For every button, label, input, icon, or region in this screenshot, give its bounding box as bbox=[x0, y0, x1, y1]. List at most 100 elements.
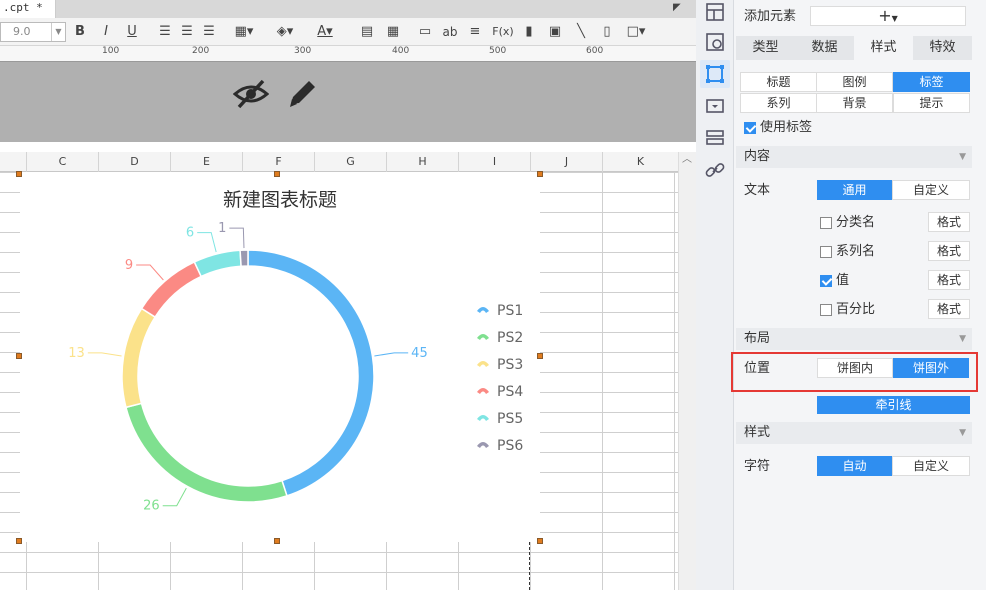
resize-handle[interactable] bbox=[537, 171, 543, 177]
widget-icon[interactable] bbox=[703, 94, 727, 118]
legend-symbol-ps3[interactable] bbox=[477, 361, 489, 367]
legend-label-ps4[interactable]: PS4 bbox=[497, 384, 523, 400]
chart-container[interactable]: 新建图表标题 45 26 13 9 6 1 PS1 PS2 PS3 PS4 PS5 PS6 bbox=[20, 172, 540, 542]
tab-type[interactable]: 类型 bbox=[736, 38, 795, 58]
resize-handle[interactable] bbox=[537, 353, 543, 359]
percent-format-button[interactable]: 格式 bbox=[928, 299, 970, 319]
slash-icon[interactable]: ╲ bbox=[572, 22, 590, 42]
legend-label-ps6[interactable]: PS6 bbox=[497, 438, 523, 454]
chevron-up-icon[interactable]: ︿ bbox=[681, 154, 693, 166]
align-right-icon[interactable]: ☰ bbox=[201, 22, 217, 42]
use-label-checkbox[interactable] bbox=[744, 122, 756, 134]
merge-cells-icon[interactable]: ▤ bbox=[358, 22, 376, 42]
column-header-h[interactable]: H bbox=[386, 152, 458, 172]
split-cells-icon[interactable]: ▦ bbox=[384, 22, 402, 42]
condition-icon[interactable] bbox=[703, 126, 727, 150]
leader-line-button[interactable]: 牵引线 bbox=[817, 396, 970, 414]
legend-label-ps3[interactable]: PS3 bbox=[497, 357, 523, 373]
bar-chart-icon[interactable]: ▮ bbox=[520, 22, 538, 42]
formula-icon[interactable]: F(x) bbox=[492, 22, 514, 42]
pie-slice-ps3[interactable] bbox=[121, 307, 157, 409]
column-header-j[interactable]: J bbox=[530, 152, 602, 172]
column-header-k[interactable]: K bbox=[602, 152, 678, 172]
layout-icon[interactable] bbox=[703, 0, 727, 24]
subtab-background[interactable]: 背景 bbox=[816, 93, 893, 113]
ruler-tick: 600 bbox=[586, 46, 604, 56]
resize-handle[interactable] bbox=[16, 538, 22, 544]
column-header-d[interactable]: D bbox=[98, 152, 170, 172]
align-left-icon[interactable]: ☰ bbox=[157, 22, 173, 42]
tab-data[interactable]: 数据 bbox=[795, 38, 854, 58]
legend-symbol-ps5[interactable] bbox=[477, 415, 489, 421]
section-content[interactable]: 内容 ▼ bbox=[736, 146, 972, 168]
paragraph-icon[interactable]: ≡ bbox=[466, 22, 484, 42]
hyperlink-icon[interactable] bbox=[703, 158, 727, 182]
pie-slice-ps6[interactable] bbox=[239, 249, 249, 268]
chart-attribute-icon[interactable] bbox=[703, 62, 727, 86]
tab-effects[interactable]: 特效 bbox=[913, 38, 972, 58]
legend-symbol-ps2[interactable] bbox=[477, 334, 489, 340]
section-style[interactable]: 样式 ▼ bbox=[736, 422, 972, 444]
legend-label-ps2[interactable]: PS2 bbox=[497, 330, 523, 346]
text-field-icon[interactable]: ▭ bbox=[416, 22, 434, 42]
subtab-tooltip[interactable]: 提示 bbox=[893, 93, 970, 113]
resize-handle[interactable] bbox=[274, 538, 280, 544]
pie-slice-ps1[interactable] bbox=[247, 249, 375, 497]
text-ab-icon[interactable]: ab bbox=[440, 22, 460, 42]
pencil-icon[interactable] bbox=[285, 78, 319, 110]
resize-handle[interactable] bbox=[16, 171, 22, 177]
subtab-series[interactable]: 系列 bbox=[740, 93, 817, 113]
chevron-down-icon[interactable]: ▼ bbox=[51, 23, 65, 41]
pie-slice-ps4[interactable] bbox=[140, 260, 203, 319]
underline-button[interactable]: U bbox=[124, 22, 140, 42]
fill-color-icon[interactable]: ◈▾ bbox=[272, 22, 298, 42]
series-format-button[interactable]: 格式 bbox=[928, 241, 970, 261]
tab-menu-icon[interactable]: ◤ bbox=[673, 2, 685, 14]
cell-attribute-icon[interactable] bbox=[703, 30, 727, 54]
text-general-button[interactable]: 通用 bbox=[817, 180, 892, 200]
column-header-i[interactable]: I bbox=[458, 152, 530, 172]
align-center-icon[interactable]: ☰ bbox=[179, 22, 195, 42]
percent-checkbox[interactable] bbox=[820, 304, 832, 316]
legend-label-ps5[interactable]: PS5 bbox=[497, 411, 523, 427]
text-custom-button[interactable]: 自定义 bbox=[892, 180, 970, 200]
font-size-select[interactable]: 9.0 ▼ bbox=[0, 22, 66, 42]
tab-style[interactable]: 样式 bbox=[854, 36, 913, 60]
legend-symbol-ps1[interactable] bbox=[477, 307, 489, 313]
series-name-checkbox[interactable] bbox=[820, 246, 832, 258]
column-header-f[interactable]: F bbox=[242, 152, 314, 172]
barcode-icon[interactable]: ▯ bbox=[598, 22, 616, 42]
italic-button[interactable]: I bbox=[98, 22, 114, 42]
add-element-button[interactable]: +▼ bbox=[810, 6, 966, 26]
column-header-e[interactable]: E bbox=[170, 152, 242, 172]
column-header-c[interactable]: C bbox=[26, 152, 98, 172]
char-custom-button[interactable]: 自定义 bbox=[892, 456, 970, 476]
eye-hidden-icon[interactable] bbox=[233, 78, 269, 110]
image-icon[interactable]: ▣ bbox=[546, 22, 564, 42]
pie-slice-ps5[interactable] bbox=[193, 249, 242, 278]
legend-symbol-ps6[interactable] bbox=[477, 442, 489, 448]
subtab-label[interactable]: 标签 bbox=[893, 72, 970, 92]
legend-symbol-ps4[interactable] bbox=[477, 388, 489, 394]
font-color-icon[interactable]: A▾ bbox=[312, 22, 338, 42]
category-format-button[interactable]: 格式 bbox=[928, 212, 970, 232]
border-icon[interactable]: ▦▾ bbox=[232, 22, 256, 42]
subtab-title[interactable]: 标题 bbox=[740, 72, 817, 92]
resize-handle[interactable] bbox=[537, 538, 543, 544]
value-checkbox[interactable] bbox=[820, 275, 832, 287]
column-header-bar: C D E F G H I J K bbox=[0, 152, 678, 172]
sub-report-icon[interactable]: □▾ bbox=[624, 22, 648, 42]
pie-slice-ps2[interactable] bbox=[125, 402, 288, 503]
section-layout[interactable]: 布局 ▼ bbox=[736, 328, 972, 350]
vertical-scrollbar[interactable] bbox=[678, 152, 696, 590]
value-format-button[interactable]: 格式 bbox=[928, 270, 970, 290]
resize-handle[interactable] bbox=[16, 353, 22, 359]
resize-handle[interactable] bbox=[274, 171, 280, 177]
category-name-checkbox[interactable] bbox=[820, 217, 832, 229]
legend-label-ps1[interactable]: PS1 bbox=[497, 303, 523, 319]
bold-button[interactable]: B bbox=[72, 22, 88, 42]
column-header-g[interactable]: G bbox=[314, 152, 386, 172]
char-auto-button[interactable]: 自动 bbox=[817, 456, 892, 476]
file-tab[interactable]: .cpt * bbox=[0, 0, 56, 18]
subtab-legend[interactable]: 图例 bbox=[816, 72, 893, 92]
